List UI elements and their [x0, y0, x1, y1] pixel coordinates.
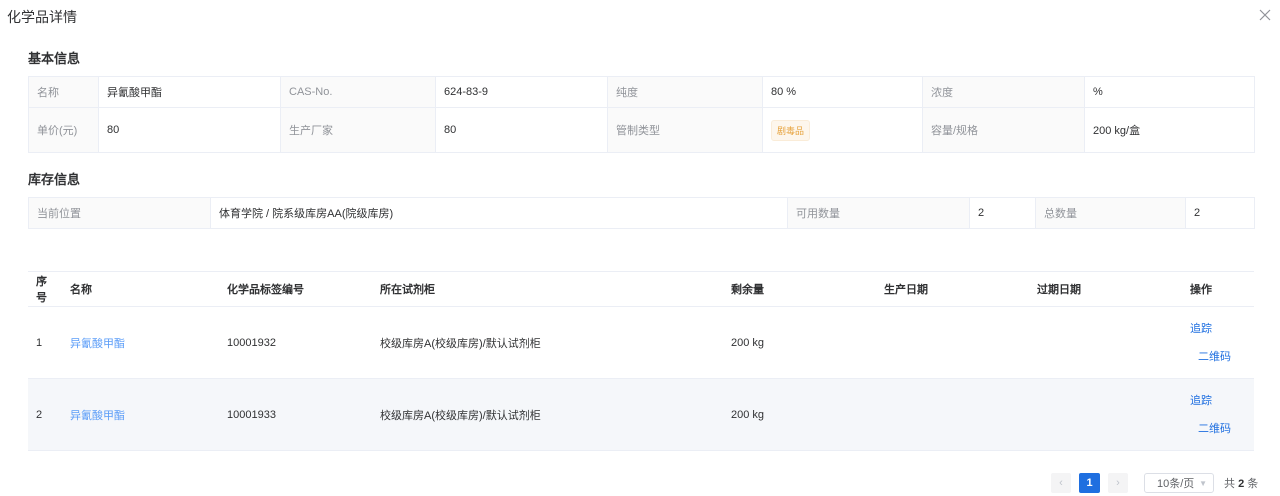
row-index: 2: [28, 378, 62, 451]
col-header-actions: 操作: [1182, 271, 1254, 307]
pagination: ‹ 1 › 10条/页 ▼ 共 2 条: [1051, 473, 1258, 493]
maker-value: 80: [435, 107, 608, 153]
price-value: 80: [98, 107, 281, 153]
capacity-label: 容量/规格: [922, 107, 1085, 153]
row-label-no: 10001933: [219, 378, 372, 451]
control-type-cell: 剧毒品: [762, 107, 923, 153]
col-header-expiry-date: 过期日期: [1029, 271, 1182, 307]
row-cabinet: 校级库房A(校级库房)/默认试剂柜: [372, 378, 723, 451]
col-header-remaining: 剩余量: [723, 271, 876, 307]
chevron-right-icon[interactable]: ›: [1108, 473, 1128, 493]
page-size-value: 10条/页: [1157, 478, 1195, 490]
control-type-badge: 剧毒品: [771, 119, 811, 141]
stock-info-title: 库存信息: [28, 172, 81, 187]
total-prefix: 共: [1224, 478, 1235, 490]
col-header-production-date: 生产日期: [876, 271, 1029, 307]
capacity-value: 200 kg/盒: [1084, 107, 1255, 153]
total-suffix: 条: [1247, 478, 1259, 490]
close-icon[interactable]: [1258, 8, 1274, 24]
location-value: 体育学院 / 院系级库房AA(院级库房): [210, 197, 788, 229]
col-header-cabinet: 所在试剂柜: [372, 271, 723, 307]
cas-label: CAS-No.: [280, 76, 436, 108]
col-header-index: 序号: [28, 271, 62, 307]
purity-label: 纯度: [607, 76, 763, 108]
col-header-label-no: 化学品标签编号: [219, 271, 372, 307]
inventory-table: 序号 名称 化学品标签编号 所在试剂柜 剩余量 生产日期 过期日期 操作 1 异…: [28, 271, 1254, 451]
name-value: 异氰酸甲酯: [98, 76, 281, 108]
row-production-date: [876, 306, 1029, 379]
row-production-date: [876, 378, 1029, 451]
row-remaining: 200 kg: [723, 306, 876, 379]
col-header-name: 名称: [62, 271, 219, 307]
row-expiry-date: [1029, 306, 1182, 379]
stock-info-table: 当前位置 体育学院 / 院系级库房AA(院级库房) 可用数量 2 总数量 2: [28, 197, 1255, 229]
total-value: 2: [1185, 197, 1255, 229]
control-type-label: 管制类型: [607, 107, 763, 153]
available-value: 2: [969, 197, 1036, 229]
table-row: 2 异氰酸甲酯 10001933 校级库房A(校级库房)/默认试剂柜 200 k…: [28, 378, 1254, 451]
maker-label: 生产厂家: [280, 107, 436, 153]
concentration-label: 浓度: [922, 76, 1085, 108]
qrcode-button[interactable]: 二维码: [1190, 350, 1246, 364]
purity-value: 80 %: [762, 76, 923, 108]
row-index: 1: [28, 306, 62, 379]
concentration-value: %: [1084, 76, 1255, 108]
chevron-down-icon: ▼: [1199, 479, 1207, 488]
trace-button[interactable]: 追踪: [1190, 394, 1246, 408]
available-label: 可用数量: [787, 197, 970, 229]
total-number: 2: [1238, 478, 1245, 490]
row-cabinet: 校级库房A(校级库房)/默认试剂柜: [372, 306, 723, 379]
page-1-button[interactable]: 1: [1079, 473, 1100, 493]
qrcode-button[interactable]: 二维码: [1190, 422, 1246, 436]
cas-value: 624-83-9: [435, 76, 608, 108]
row-remaining: 200 kg: [723, 378, 876, 451]
price-label: 单价(元): [28, 107, 99, 153]
page-size-select[interactable]: 10条/页 ▼: [1144, 473, 1214, 493]
name-label: 名称: [28, 76, 99, 108]
basic-info-table: 名称 异氰酸甲酯 CAS-No. 624-83-9 纯度 80 % 浓度 % 单…: [28, 76, 1255, 153]
dialog-title: 化学品详情: [7, 9, 77, 25]
chevron-left-icon[interactable]: ‹: [1051, 473, 1071, 493]
row-label-no: 10001932: [219, 306, 372, 379]
row-name-link[interactable]: 异氰酸甲酯: [70, 338, 125, 350]
basic-info-title: 基本信息: [28, 51, 81, 66]
row-expiry-date: [1029, 378, 1182, 451]
total-count: 共 2 条: [1224, 475, 1258, 491]
total-label: 总数量: [1035, 197, 1186, 229]
trace-button[interactable]: 追踪: [1190, 322, 1246, 336]
location-label: 当前位置: [28, 197, 211, 229]
row-name-link[interactable]: 异氰酸甲酯: [70, 410, 125, 422]
table-row: 1 异氰酸甲酯 10001932 校级库房A(校级库房)/默认试剂柜 200 k…: [28, 306, 1254, 379]
